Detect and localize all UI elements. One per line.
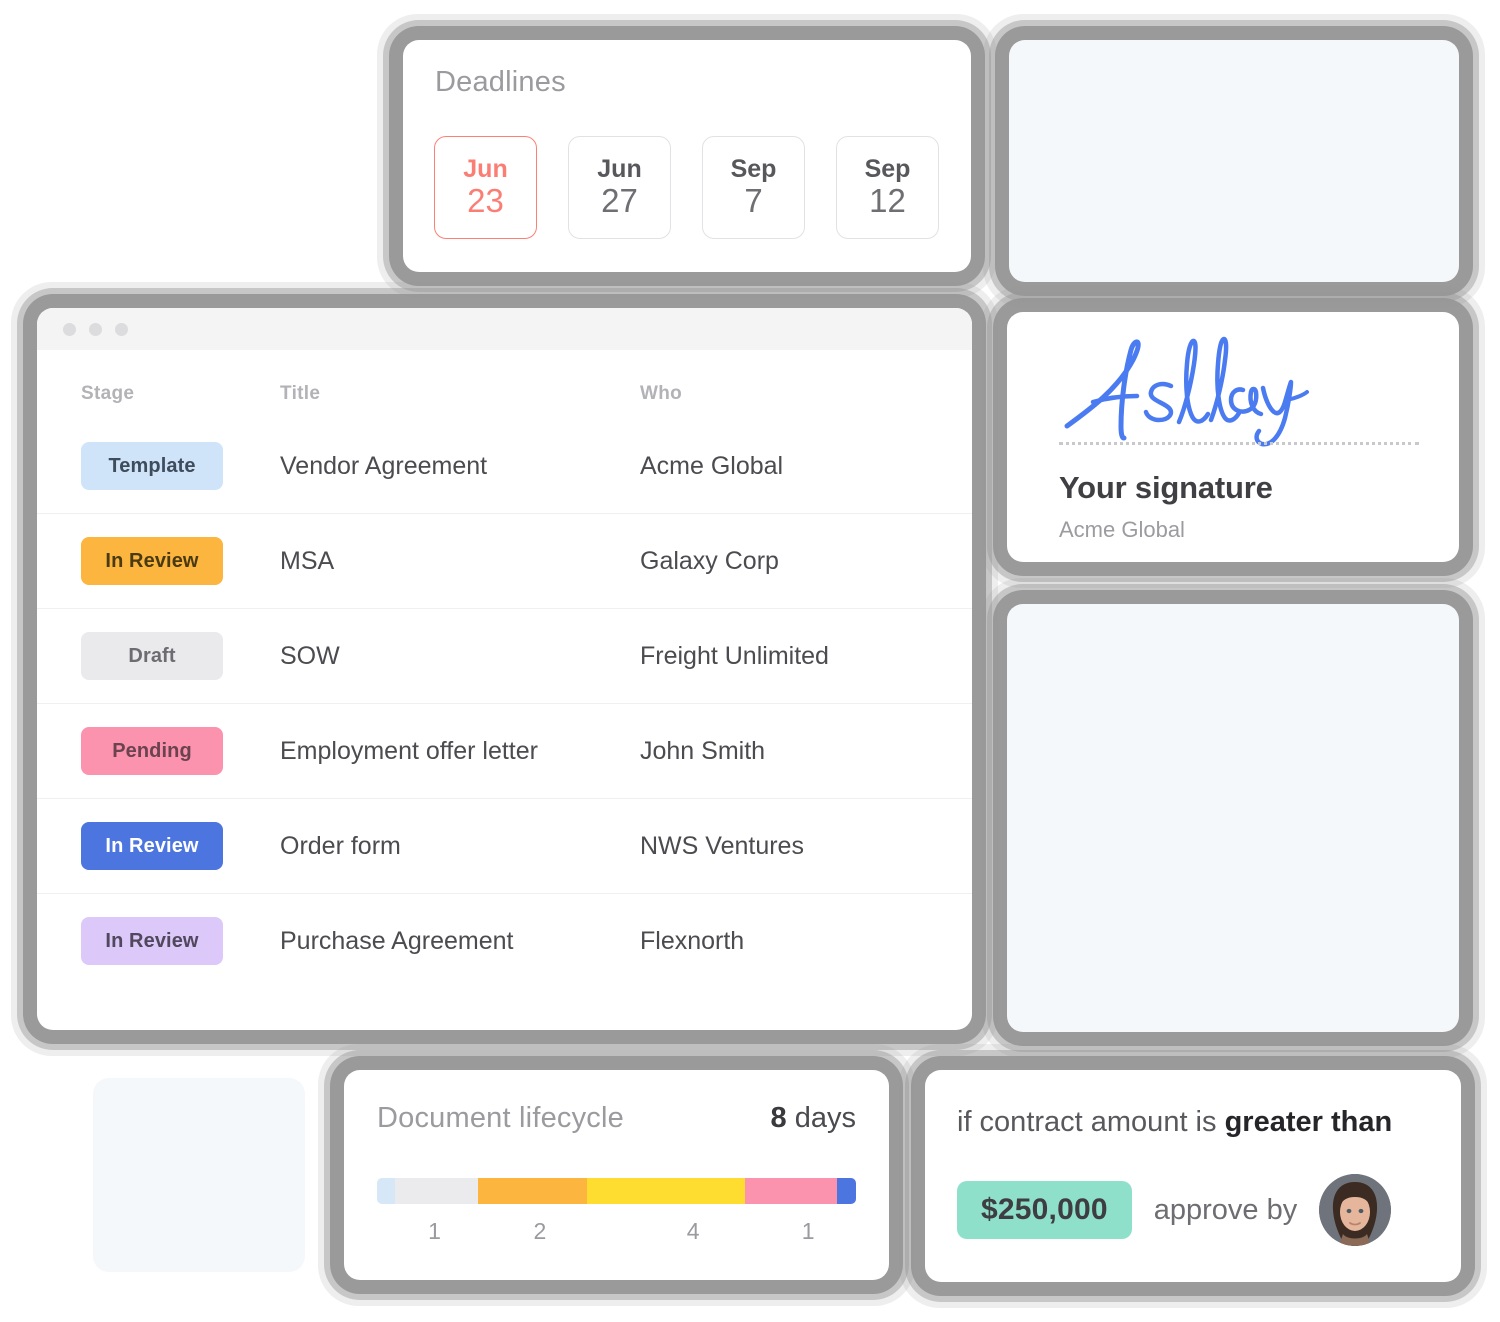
cell-who: Freight Unlimited bbox=[640, 641, 829, 670]
deadline-month: Sep bbox=[730, 155, 777, 184]
close-dot-icon[interactable] bbox=[63, 322, 76, 336]
window-titlebar bbox=[37, 308, 972, 350]
column-header-who: Who bbox=[640, 383, 683, 404]
deadline-month: Sep bbox=[864, 155, 911, 184]
table-row[interactable]: Pending Employment offer letter John Smith bbox=[37, 703, 972, 798]
cell-title: SOW bbox=[280, 641, 340, 670]
signature-ink[interactable] bbox=[1059, 330, 1309, 448]
table-header-row: Stage Title Who bbox=[37, 350, 972, 419]
table-body: Template Vendor Agreement Acme Global In Re… bbox=[37, 419, 972, 988]
table-row[interactable]: In Review MSA Galaxy Corp bbox=[37, 513, 972, 608]
lifecycle-segment bbox=[395, 1178, 478, 1204]
deadline-day: 7 bbox=[744, 182, 763, 220]
cell-stage: In Review bbox=[37, 822, 280, 870]
deadline-day: 12 bbox=[869, 182, 906, 220]
lifecycle-duration: 8 days bbox=[771, 1102, 856, 1135]
deadline-day: 27 bbox=[601, 182, 638, 220]
approval-condition-plain: if contract amount is bbox=[957, 1106, 1225, 1138]
cell-who: Flexnorth bbox=[640, 926, 745, 955]
cell-title: Vendor Agreement bbox=[280, 451, 488, 480]
table-row[interactable]: In Review Purchase Agreement Flexnorth bbox=[37, 893, 972, 988]
cell-stage: In Review bbox=[37, 917, 280, 965]
deadline-month: Jun bbox=[463, 155, 508, 184]
status-badge[interactable]: In Review bbox=[81, 822, 223, 870]
approver-avatar[interactable] bbox=[1319, 1174, 1392, 1246]
lifecycle-duration-unit: days bbox=[794, 1102, 856, 1134]
lifecycle-tick: 4 bbox=[686, 1218, 700, 1244]
lifecycle-segment bbox=[836, 1178, 856, 1204]
cell-who: Acme Global bbox=[640, 451, 784, 480]
document-lifecycle-card: Document lifecycle 8 days 1 2 4 1 bbox=[344, 1070, 889, 1280]
signature-card: Your signature Acme Global bbox=[1007, 312, 1459, 562]
dashboard-collage: Deadlines Jun 23 Jun 27 Sep 7 Sep 12 Sta… bbox=[0, 0, 1500, 1322]
status-badge[interactable]: Pending bbox=[81, 727, 223, 775]
cell-who: John Smith bbox=[640, 736, 766, 765]
signature-heading: Your signature bbox=[1059, 470, 1273, 505]
deadlines-title: Deadlines bbox=[435, 66, 566, 98]
deadline-day: 23 bbox=[467, 182, 504, 220]
placeholder-card-bottom-left bbox=[93, 1078, 305, 1272]
deadlines-card: Deadlines Jun 23 Jun 27 Sep 7 Sep 12 bbox=[403, 40, 971, 272]
signature-line bbox=[1059, 442, 1419, 445]
deadline-chip[interactable]: Jun 23 bbox=[434, 136, 537, 239]
lifecycle-title: Document lifecycle bbox=[377, 1102, 624, 1134]
lifecycle-tick: 2 bbox=[533, 1218, 547, 1244]
cell-who: Galaxy Corp bbox=[640, 546, 779, 575]
cell-title: Employment offer letter bbox=[280, 736, 538, 765]
approval-condition-text: if contract amount is greater than bbox=[957, 1106, 1441, 1139]
status-badge[interactable]: In Review bbox=[81, 917, 223, 965]
cell-stage: Template bbox=[37, 442, 280, 490]
placeholder-card-middle-right bbox=[1007, 604, 1459, 1032]
lifecycle-segment bbox=[477, 1178, 587, 1204]
lifecycle-segment bbox=[744, 1178, 837, 1204]
deadline-chip-list: Jun 23 Jun 27 Sep 7 Sep 12 bbox=[434, 136, 939, 239]
lifecycle-tick: 1 bbox=[428, 1218, 441, 1244]
status-badge[interactable]: Template bbox=[81, 442, 223, 490]
column-header-stage: Stage bbox=[81, 383, 135, 404]
column-header-title: Title bbox=[280, 383, 321, 404]
table-row[interactable]: In Review Order form NWS Ventures bbox=[37, 798, 972, 893]
cell-title: Purchase Agreement bbox=[280, 926, 514, 955]
approval-condition-bold: greater than bbox=[1224, 1106, 1393, 1138]
approval-rule-card: if contract amount is greater than $250,… bbox=[925, 1070, 1461, 1282]
placeholder-card-top-right bbox=[1009, 40, 1459, 282]
lifecycle-header: Document lifecycle 8 days bbox=[377, 1102, 856, 1135]
lifecycle-segment bbox=[377, 1178, 396, 1204]
documents-table: Stage Title Who Template Vendor Agreement… bbox=[37, 350, 972, 988]
lifecycle-segment bbox=[586, 1178, 745, 1204]
table-row[interactable]: Template Vendor Agreement Acme Global bbox=[37, 419, 972, 513]
status-badge[interactable]: In Review bbox=[81, 537, 223, 585]
approve-by-label: approve by bbox=[1153, 1193, 1298, 1226]
cell-who: NWS Ventures bbox=[640, 831, 804, 860]
minimize-dot-icon[interactable] bbox=[89, 322, 102, 336]
cell-title: MSA bbox=[280, 546, 335, 575]
approval-action-row: $250,000 approve by bbox=[957, 1174, 1433, 1246]
table-row[interactable]: Draft SOW Freight Unlimited bbox=[37, 608, 972, 703]
deadline-chip[interactable]: Sep 7 bbox=[702, 136, 805, 239]
signature-organization: Acme Global bbox=[1059, 517, 1185, 542]
deadline-month: Jun bbox=[597, 155, 642, 184]
status-badge[interactable]: Draft bbox=[81, 632, 223, 680]
maximize-dot-icon[interactable] bbox=[115, 322, 128, 336]
deadline-chip[interactable]: Jun 27 bbox=[568, 136, 671, 239]
cell-stage: In Review bbox=[37, 537, 280, 585]
cell-title: Order form bbox=[280, 831, 401, 860]
lifecycle-tick-labels: 1 2 4 1 bbox=[377, 1218, 856, 1248]
cell-stage: Draft bbox=[37, 632, 280, 680]
lifecycle-stacked-bar bbox=[377, 1178, 856, 1204]
lifecycle-duration-value: 8 bbox=[770, 1102, 787, 1134]
approval-amount-field[interactable]: $250,000 bbox=[957, 1181, 1132, 1239]
cell-stage: Pending bbox=[37, 727, 280, 775]
documents-window: Stage Title Who Template Vendor Agreement… bbox=[37, 308, 972, 1030]
deadline-chip[interactable]: Sep 12 bbox=[836, 136, 939, 239]
lifecycle-tick: 1 bbox=[801, 1218, 815, 1244]
